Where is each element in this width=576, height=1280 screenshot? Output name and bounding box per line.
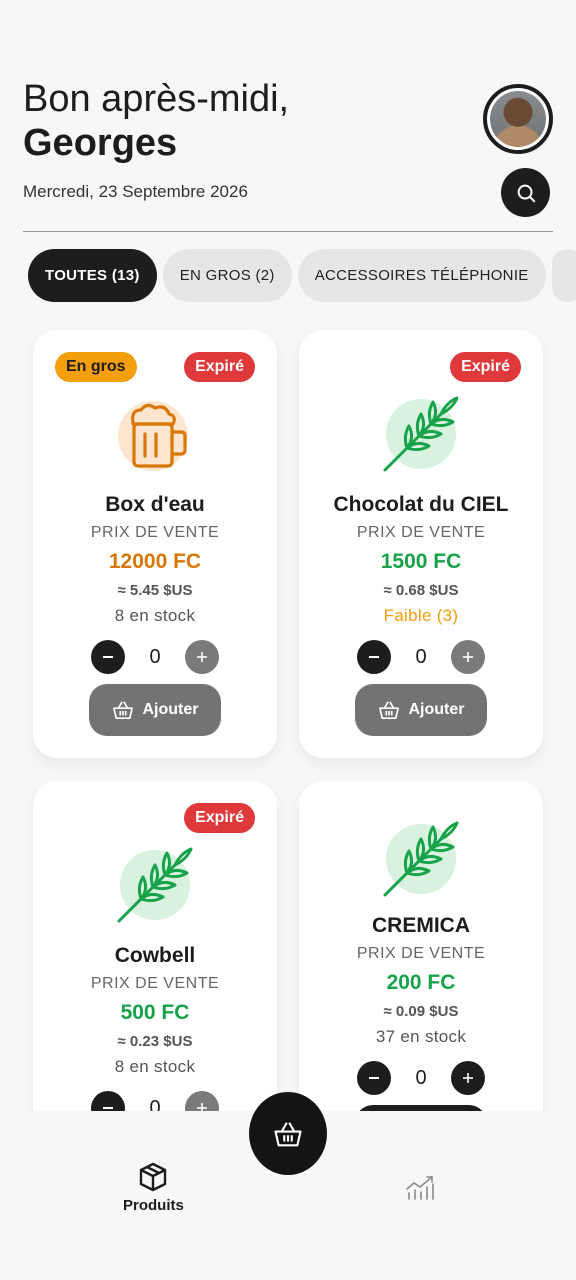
product-card[interactable]: Expiré Chocolat du CIEL PRIX DE VENTE 15… [299,330,543,758]
product-price: 12000 FC [108,550,202,573]
quantity-value: 0 [149,645,161,668]
expired-badge: Expiré [450,352,521,382]
quantity-value: 0 [149,1096,161,1112]
minus-icon [103,656,113,658]
plus-icon [197,652,207,662]
quantity-stepper: 0 [357,1061,485,1095]
quantity-value: 0 [415,1066,427,1089]
product-name: CREMICA [372,914,470,937]
decrement-button[interactable] [357,1061,391,1095]
expired-badge: Expiré [184,352,255,382]
increment-button[interactable] [451,640,485,674]
product-name: Cowbell [114,944,196,967]
price-label: PRIX DE VENTE [356,524,486,541]
nav-label-products: Produits [123,1197,184,1214]
add-to-cart-button[interactable]: Ajouter [89,684,221,736]
add-to-cart-button[interactable]: Ajouter [355,684,487,736]
expired-badge: Expiré [184,803,255,833]
quantity-stepper: 0 [91,1091,219,1111]
plus-icon [463,1073,473,1083]
wheat-icon [117,847,193,923]
nav-item-products[interactable]: Produits [123,1161,184,1214]
wheat-icon [383,821,459,897]
beer-mug-icon [118,401,188,471]
plus-icon [197,1103,207,1111]
nav-item-stats[interactable] [405,1175,435,1201]
quantity-stepper: 0 [91,640,219,674]
product-name: Box d'eau [105,493,205,516]
stock-status: 37 en stock [375,1027,467,1046]
wheat-icon [383,396,459,472]
product-price-usd: ≈ 0.68 $US [383,582,459,599]
basket-icon [274,1121,302,1146]
add-button-label: Ajouter [408,701,465,718]
decrement-button[interactable] [91,640,125,674]
stock-status: Faible (3) [383,606,459,625]
product-price: 1500 FC [380,550,462,573]
price-label: PRIX DE VENTE [356,945,486,962]
decrement-button[interactable] [91,1091,125,1111]
quantity-stepper: 0 [357,640,485,674]
product-card[interactable]: En gros Expiré Box d'eau PRIX DE VENTE 1… [33,330,277,758]
cart-fab-button[interactable] [249,1092,327,1175]
basket-icon [112,701,133,719]
stock-status: 8 en stock [114,1057,196,1076]
product-card[interactable]: Expiré Cowbell PRIX DE VENTE 500 FC ≈ 0.… [33,781,277,1111]
product-price-usd: ≈ 0.23 $US [117,1033,193,1050]
minus-icon [369,1077,379,1079]
product-grid: En gros Expiré Box d'eau PRIX DE VENTE 1… [0,0,576,1111]
basket-icon [378,701,399,719]
product-card[interactable]: CREMICA PRIX DE VENTE 200 FC ≈ 0.09 $US … [299,781,543,1111]
product-price-usd: ≈ 0.09 $US [383,1003,459,1020]
increment-button[interactable] [451,1061,485,1095]
package-icon [140,1162,167,1192]
wholesale-badge: En gros [55,352,137,382]
chart-growth-icon [406,1176,434,1200]
add-button-label: Ajouter [142,701,199,718]
product-price-usd: ≈ 5.45 $US [117,582,193,599]
increment-button[interactable] [185,1091,219,1111]
product-price: 500 FC [120,1001,190,1024]
plus-icon [463,652,473,662]
stock-status: 8 en stock [114,606,196,625]
increment-button[interactable] [185,640,219,674]
quantity-value: 0 [415,645,427,668]
product-price: 200 FC [386,971,456,994]
minus-icon [369,656,379,658]
decrement-button[interactable] [357,640,391,674]
minus-icon [103,1107,113,1109]
price-label: PRIX DE VENTE [90,524,220,541]
product-name: Chocolat du CIEL [333,493,509,516]
price-label: PRIX DE VENTE [90,975,220,992]
